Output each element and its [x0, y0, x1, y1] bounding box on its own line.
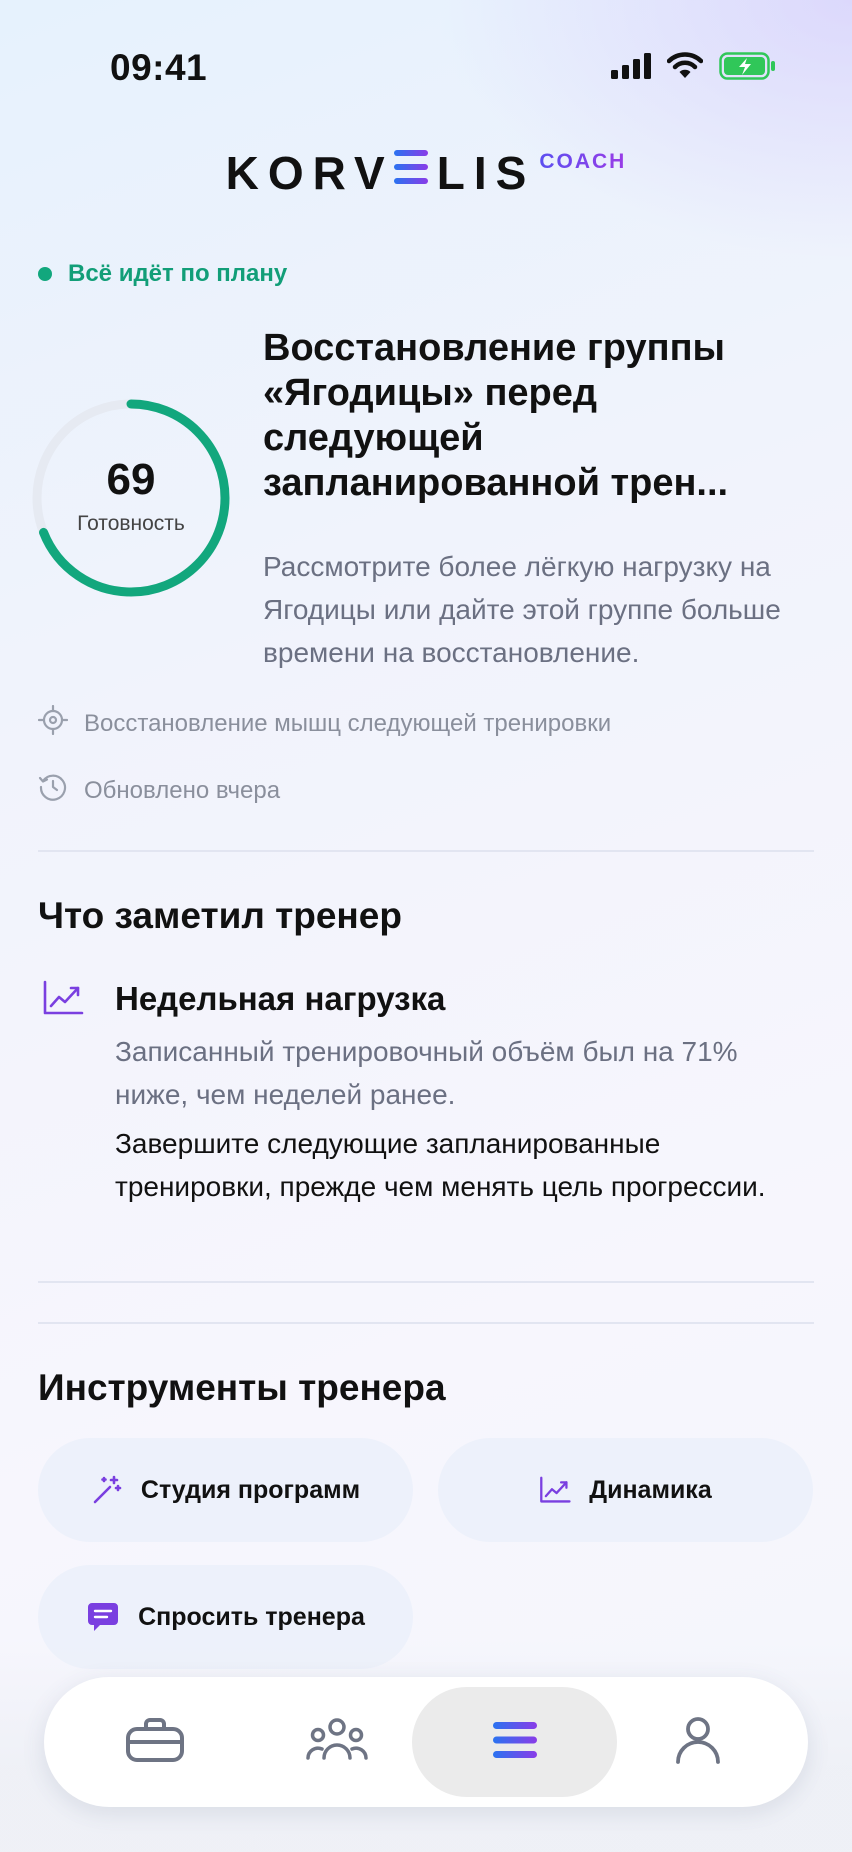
- plan-status: Всё идёт по плану: [38, 260, 287, 288]
- ask-coach-label: Спросить тренера: [138, 1602, 365, 1631]
- status-icons: [611, 52, 777, 85]
- tab-coach[interactable]: [412, 1687, 617, 1797]
- divider: [38, 1281, 814, 1283]
- insight-action: Завершите следующие запланированные трен…: [115, 1128, 766, 1202]
- coach-icon: [491, 1720, 539, 1765]
- history-icon: [38, 772, 68, 809]
- recommendation-body: Рассмотрите более лёгкую нагрузку на Яго…: [263, 551, 781, 668]
- brand-name-left: KORV: [225, 147, 394, 199]
- readiness-value: 69: [106, 455, 156, 504]
- program-studio-button[interactable]: Студия программ: [38, 1438, 413, 1542]
- coach-notes-title: Что заметил тренер: [38, 895, 402, 936]
- meta-updated: Обновлено вчера: [38, 772, 280, 809]
- tab-workouts[interactable]: [52, 1687, 257, 1797]
- insight-body: Записанный тренировочный объём был на 71…: [115, 1036, 738, 1110]
- divider: [38, 1322, 814, 1324]
- brand-logo: KORV LIS COACH: [0, 150, 852, 196]
- divider: [38, 850, 814, 852]
- brand-e-mark: [393, 150, 428, 184]
- coach-tools-title: Инструменты тренера: [38, 1367, 446, 1408]
- recommendation-title[interactable]: Восстановление группы «Ягодицы» перед сл…: [263, 326, 823, 506]
- bottom-tab-bar: [44, 1677, 808, 1807]
- status-dot-icon: [38, 267, 52, 281]
- tab-profile[interactable]: [595, 1687, 800, 1797]
- meta-target: Восстановление мышц следующей тренировки: [37, 704, 612, 742]
- battery-icon: [719, 52, 777, 85]
- program-studio-label: Студия программ: [140, 1475, 361, 1504]
- trend-chart-icon: [539, 1475, 571, 1505]
- briefcase-icon: [125, 1717, 185, 1768]
- brand-suffix: COACH: [539, 150, 627, 173]
- plan-status-text: Всё идёт по плану: [68, 260, 288, 287]
- community-icon: [305, 1717, 368, 1767]
- status-time: 09:41: [110, 47, 208, 88]
- status-bar: 09:41: [0, 0, 852, 130]
- insight-title: Недельная нагрузка: [115, 980, 446, 1017]
- tab-community[interactable]: [234, 1687, 439, 1797]
- brand-name-right: LIS: [436, 147, 536, 199]
- readiness-label: Готовность: [77, 512, 185, 535]
- chat-bubble-icon: [86, 1601, 120, 1633]
- meta-updated-text: Обновлено вчера: [84, 776, 281, 804]
- profile-icon: [675, 1715, 721, 1770]
- magic-wand-icon: [91, 1474, 123, 1506]
- signal-icon: [611, 53, 651, 84]
- trend-chart-icon: [42, 980, 84, 1021]
- dynamics-label: Динамика: [589, 1475, 712, 1504]
- dynamics-button[interactable]: Динамика: [438, 1438, 813, 1542]
- wifi-icon: [666, 52, 704, 85]
- meta-target-text: Восстановление мышц следующей тренировки: [84, 709, 612, 737]
- target-icon: [37, 704, 69, 742]
